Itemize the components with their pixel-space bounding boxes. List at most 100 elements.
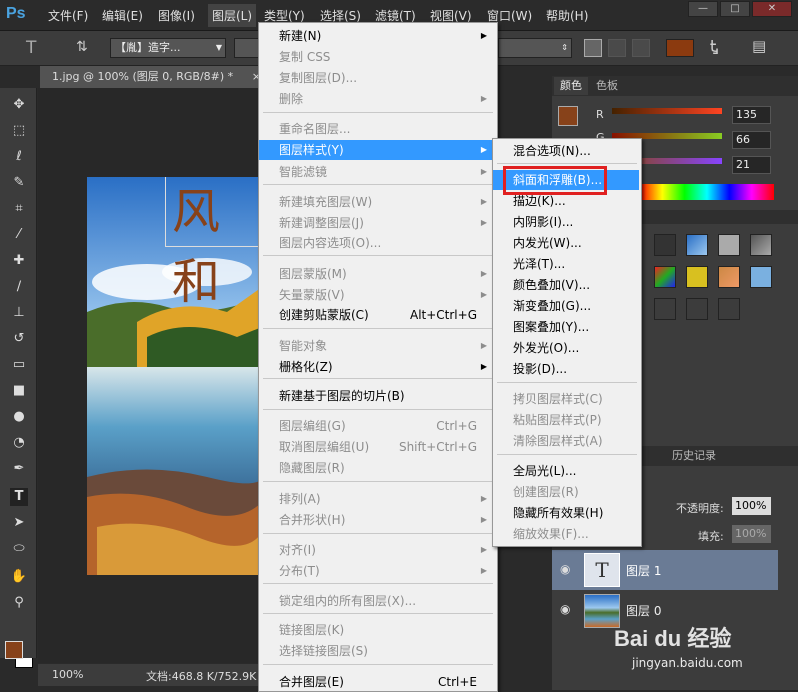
red-value[interactable]: 135 [732,106,771,124]
layer-style-menu-item[interactable]: 光泽(T)... [493,254,639,274]
blur-tool-icon[interactable]: ● [10,408,28,426]
style-preset[interactable] [654,266,676,288]
shape-tool-icon[interactable]: ⬭ [10,540,28,558]
layer-style-menu-item[interactable]: 创建图层(R) [493,482,639,502]
layer-menu-item[interactable]: 新建基于图层的切片(B) [259,386,495,406]
red-slider[interactable] [612,108,722,114]
color-spectrum[interactable] [640,184,774,200]
style-preset[interactable] [686,266,708,288]
layer-menu-item[interactable]: 隐藏图层(R) [259,458,495,478]
color-panel-foreground[interactable] [558,106,578,126]
style-preset[interactable] [750,266,772,288]
character-panel-icon[interactable]: ▤ [752,37,766,55]
pen-tool-icon[interactable]: ✒ [10,460,28,478]
text-orientation-icon[interactable]: ⇅ [76,39,88,55]
style-preset[interactable] [718,234,740,256]
layer-name[interactable]: 图层 1 [626,562,661,579]
move-tool-icon[interactable]: ✥ [10,96,28,114]
layer-menu-item[interactable]: 新建填充图层(W) ▶ [259,192,495,212]
layer-menu-item[interactable]: 创建剪贴蒙版(C) Alt+Ctrl+G [259,305,495,325]
layer-menu-item[interactable]: 排列(A) ▶ [259,489,495,509]
tab-history[interactable]: 历史记录 [666,447,722,465]
align-center-icon[interactable] [608,39,626,57]
layer-style-menu-item[interactable]: 清除图层样式(A) [493,431,639,451]
layer-menu-item[interactable]: 复制 CSS [259,47,495,67]
style-preset[interactable] [718,298,740,320]
close-icon[interactable]: ✕ [752,1,792,17]
blue-value[interactable]: 21 [732,156,771,174]
layer-style-menu-item[interactable]: 缩放效果(F)... [493,524,639,544]
layer-style-menu-item[interactable]: 隐藏所有效果(H) [493,503,639,523]
style-preset[interactable] [654,298,676,320]
brush-tool-icon[interactable]: ∕ [10,278,28,296]
layer-style-menu-item[interactable]: 渐变叠加(G)... [493,296,639,316]
layer-style-menu-item[interactable]: 拷贝图层样式(C) [493,389,639,409]
quick-select-tool-icon[interactable]: ✎ [10,174,28,192]
eraser-tool-icon[interactable]: ▭ [10,356,28,374]
layer-menu-item[interactable]: 对齐(I) ▶ [259,540,495,560]
layer-menu-item[interactable]: 图层蒙版(M) ▶ [259,264,495,284]
crop-tool-icon[interactable]: ⌗ [10,200,28,218]
text-bounding-box[interactable]: 风和 [165,177,262,310]
layer-menu-item[interactable]: 图层样式(Y) ▶ [259,140,495,160]
font-style-select[interactable] [234,38,260,58]
maximize-icon[interactable]: □ [720,1,750,17]
stamp-tool-icon[interactable]: ⊥ [10,304,28,322]
antialias-select[interactable]: ⇕ [498,38,572,58]
green-value[interactable]: 66 [732,131,771,149]
layer-style-menu-item[interactable]: 图案叠加(Y)... [493,317,639,337]
tab-color[interactable]: 颜色 [554,77,588,95]
layer-name[interactable]: 图层 0 [626,602,661,619]
layer-menu-item[interactable]: 图层内容选项(O)... [259,233,495,253]
layer-style-menu-item[interactable]: 混合选项(N)... [493,141,639,161]
layer-menu-item[interactable]: 分布(T) ▶ [259,561,495,581]
zoom-tool-icon[interactable]: ⚲ [10,594,28,612]
layer-row-selected[interactable]: ◉ T 图层 1 [552,550,778,590]
opacity-input[interactable]: 100% [732,497,771,515]
marquee-tool-icon[interactable]: ⬚ [10,122,28,140]
layer-menu-item[interactable]: 智能滤镜 ▶ [259,162,495,182]
document-tab[interactable]: 1.jpg @ 100% (图层 0, RGB/8#) * × [40,66,267,88]
layer-menu-item[interactable]: 智能对象 ▶ [259,336,495,356]
fill-input[interactable]: 100% [732,525,771,543]
menu-layer[interactable]: 图层(L) [208,4,257,27]
foreground-color-swatch[interactable] [5,641,23,659]
history-brush-icon[interactable]: ↺ [10,330,28,348]
layer-menu-item[interactable]: 复制图层(D)... [259,68,495,88]
eyedropper-tool-icon[interactable]: ⁄ [10,226,28,244]
align-right-icon[interactable] [632,39,650,57]
style-preset[interactable] [686,234,708,256]
layer-menu-item[interactable]: 新建(N) ▶ [259,26,495,46]
layer-style-menu-item[interactable]: 颜色叠加(V)... [493,275,639,295]
menu-file[interactable]: 文件(F) [48,7,88,24]
menu-image[interactable]: 图像(I) [158,7,195,24]
menu-help[interactable]: 帮助(H) [546,7,588,24]
layer-style-menu-item[interactable]: 内阴影(I)... [493,212,639,232]
minimize-icon[interactable]: — [688,1,718,17]
style-preset[interactable] [750,234,772,256]
zoom-level[interactable]: 100% [52,668,83,681]
font-family-select[interactable]: 【胤】造字... ▼ [110,38,226,58]
layer-menu-item[interactable]: 删除 ▶ [259,89,495,109]
layer-style-menu-item[interactable]: 内发光(W)... [493,233,639,253]
type-tool-icon[interactable]: T [10,488,28,506]
text-color-swatch[interactable] [666,39,694,57]
path-select-icon[interactable]: ➤ [10,514,28,532]
layer-style-menu-item[interactable]: 投影(D)... [493,359,639,379]
layer-menu-item[interactable]: 重命名图层... [259,119,495,139]
layer-menu-item[interactable]: 矢量蒙版(V) ▶ [259,285,495,305]
layer-menu-item[interactable]: 图层编组(G) Ctrl+G [259,416,495,436]
layer-style-menu-item[interactable]: 粘贴图层样式(P) [493,410,639,430]
dodge-tool-icon[interactable]: ◔ [10,434,28,452]
warp-text-icon[interactable]: Ꮏ [710,37,719,57]
healing-brush-icon[interactable]: ✚ [10,252,28,270]
eye-icon[interactable]: ◉ [560,562,570,576]
align-left-icon[interactable] [584,39,602,57]
layer-style-menu-item[interactable]: 外发光(O)... [493,338,639,358]
gradient-tool-icon[interactable]: ■ [10,382,28,400]
style-preset[interactable] [654,234,676,256]
layer-menu-item[interactable]: 链接图层(K) [259,620,495,640]
menu-edit[interactable]: 编辑(E) [102,7,143,24]
eye-icon[interactable]: ◉ [560,602,570,616]
layer-menu-item[interactable]: 合并形状(H) ▶ [259,510,495,530]
